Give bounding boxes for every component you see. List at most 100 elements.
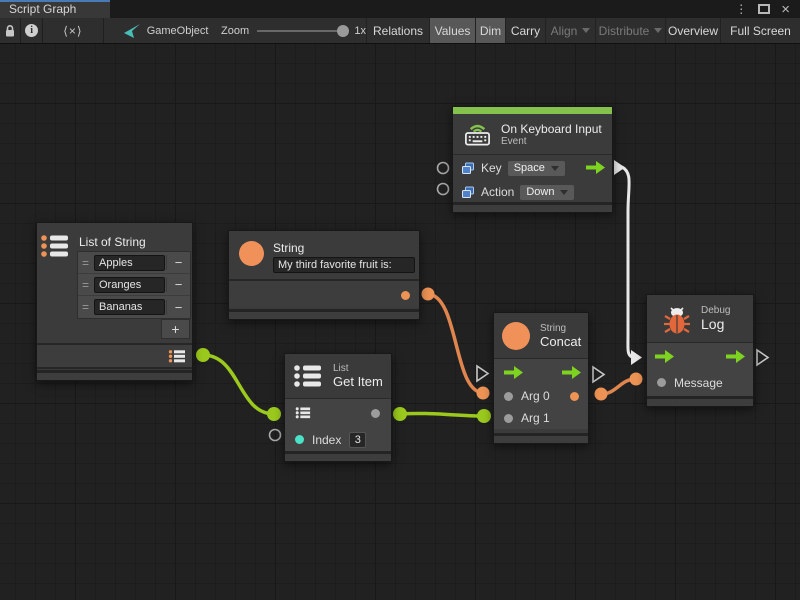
flow-port-triangle[interactable] [593,367,604,382]
port-dot-orange[interactable] [595,388,608,401]
node-footer [285,451,391,461]
remove-item-button[interactable]: − [166,300,190,315]
flow-output-arrow-icon[interactable] [562,366,582,379]
list-item-field[interactable]: Apples [94,255,165,271]
wire-list-to-getitem[interactable] [203,355,274,414]
zoom-label: Zoom [221,25,249,37]
port-dot-green[interactable] [267,407,281,421]
item-output-port[interactable] [371,409,380,418]
index-input-port[interactable] [295,435,304,444]
node-get-item[interactable]: List Get Item Index 3 [284,353,392,462]
list-item-row: = Oranges − [78,274,190,296]
wire-string-to-concat[interactable] [428,294,483,393]
action-dropdown[interactable]: Down [520,185,574,200]
info-icon: i [25,24,38,37]
node-string-literal[interactable]: String My third favorite fruit is: [228,230,420,320]
info-button[interactable]: i [21,18,43,43]
flow-port-triangle[interactable] [477,366,488,381]
node-list-of-string[interactable]: List of String = Apples − = Oranges − = … [36,222,193,381]
arg1-input-port[interactable] [504,414,513,423]
maximize-icon[interactable] [758,4,770,14]
overview-button[interactable]: Overview [665,18,720,43]
lock-button[interactable] [0,18,21,43]
message-input-port[interactable] [657,378,666,387]
full-screen-button[interactable]: Full Screen [720,18,800,43]
arg0-row: Arg 0 [494,385,588,407]
port-dot-orange[interactable] [477,387,490,400]
node-header: List Get Item [285,354,391,399]
node-subtitle: Event [501,136,602,147]
zoom-slider-handle[interactable] [337,25,349,37]
port-dot-green[interactable] [477,409,491,423]
wire-keyboard-to-log[interactable] [622,167,632,357]
node-title: Concat [540,334,581,349]
port-ring-empty[interactable] [270,430,281,441]
key-dropdown[interactable]: Space [508,161,565,176]
close-icon[interactable]: × [781,2,790,17]
port-ring-empty[interactable] [438,163,449,174]
arg0-label: Arg 0 [521,389,550,403]
port-ring-empty[interactable] [438,184,449,195]
more-options-icon[interactable]: ⋮ [735,3,747,15]
zoom-slider[interactable] [257,30,346,32]
carry-button[interactable]: Carry [505,18,545,43]
zoom-control: Zoom 1x [213,18,366,43]
add-item-button[interactable]: + [161,319,190,339]
list-io-row [285,399,391,427]
port-dot-green[interactable] [393,407,407,421]
window-tab-bar: Script Graph ⋮ × [0,0,800,18]
result-output-port[interactable] [570,392,579,401]
list-icon [293,363,323,389]
flow-input-arrow-icon[interactable] [655,350,675,363]
arg0-input-port[interactable] [504,392,513,401]
node-concat[interactable]: String Concat Arg 0 Arg 1 [493,312,589,444]
node-type-label: List [333,363,383,374]
node-on-keyboard-input[interactable]: On Keyboard Input Event Key Space A [452,106,613,213]
string-output-port[interactable] [401,291,410,300]
list-input-port-icon[interactable] [295,406,311,420]
drag-handle-icon[interactable]: = [78,256,93,270]
remove-item-button[interactable]: − [166,277,190,292]
list-output-row [37,343,192,369]
list-item-field[interactable]: Bananas [94,299,165,315]
values-button[interactable]: Values [429,18,475,43]
relations-button[interactable]: Relations [366,18,429,43]
list-item-row: = Apples − [78,252,190,274]
flow-output-arrow-icon[interactable] [586,161,606,174]
flow-row [494,359,588,385]
drag-handle-icon[interactable]: = [78,278,93,292]
code-icon: ⟨×⟩ [63,24,82,38]
graph-owner[interactable]: GameObject [104,18,213,43]
port-dot-orange[interactable] [422,288,435,301]
string-output-row [229,279,419,307]
drag-handle-icon[interactable]: = [78,300,93,314]
chevron-down-icon [551,166,559,171]
flow-port-triangle[interactable] [757,350,768,365]
string-type-icon [239,241,264,266]
node-debug-log[interactable]: Debug Log Message [646,294,754,407]
remove-item-button[interactable]: − [166,255,190,270]
graph-canvas[interactable]: On Keyboard Input Event Key Space A [0,44,800,600]
action-port-row: Action Down [453,181,612,203]
port-dot-green[interactable] [196,348,210,362]
string-type-icon [502,322,530,350]
string-value-field[interactable]: My third favorite fruit is: [273,257,415,273]
port-dot-orange[interactable] [630,373,643,386]
code-view-button[interactable]: ⟨×⟩ [43,18,104,43]
dim-button[interactable]: Dim [475,18,505,43]
flow-output-arrow-icon[interactable] [726,350,746,363]
wire-getitem-to-concat[interactable] [400,413,484,416]
flow-input-arrow-icon[interactable] [504,366,524,379]
tab-script-graph[interactable]: Script Graph [0,0,110,18]
list-items-box: = Apples − = Oranges − = Bananas − [77,251,191,319]
index-field[interactable]: 3 [349,432,366,448]
graph-toolbar: i ⟨×⟩ GameObject Zoom 1x Relations Value… [0,18,800,44]
node-footer [37,370,192,380]
key-selector-icon [461,162,475,175]
zoom-value: 1x [354,25,366,37]
node-header: Debug Log [647,295,753,343]
arg1-row: Arg 1 [494,407,588,429]
list-item-field[interactable]: Oranges [94,277,165,293]
node-type-label: Debug [701,305,730,316]
list-output-port-icon[interactable] [168,349,186,364]
